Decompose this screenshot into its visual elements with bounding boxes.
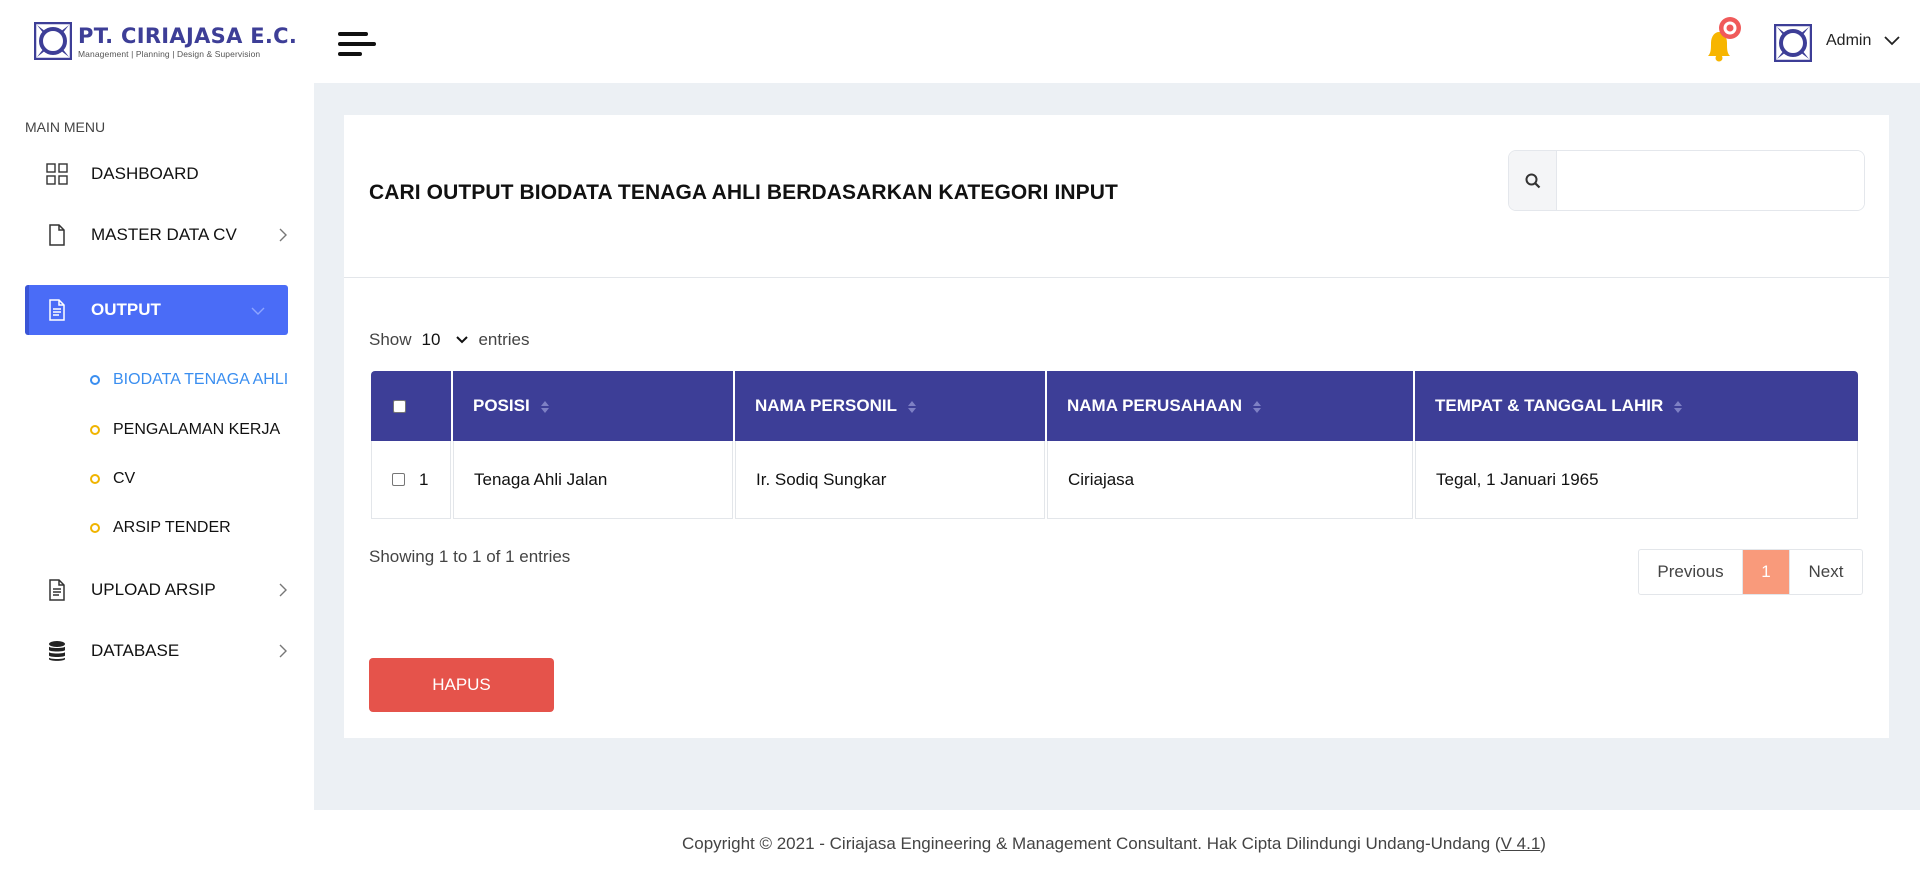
row-number: 1	[419, 469, 429, 489]
file-icon	[45, 223, 69, 247]
menu-toggle-icon[interactable]	[338, 32, 378, 58]
sort-icon[interactable]	[1252, 399, 1262, 415]
submenu-item-label: BIODATA TENAGA AHLI	[113, 371, 289, 388]
select-all-header	[371, 371, 451, 441]
document-icon	[45, 298, 69, 322]
brand-tagline: Management | Planning | Design & Supervi…	[78, 48, 261, 59]
row-checkbox[interactable]	[392, 473, 405, 487]
submenu-item-biodata-tenaga-ahli[interactable]: BIODATA TENAGA AHLI	[90, 368, 288, 392]
content-card: CARI OUTPUT BIODATA TENAGA AHLI BERDASAR…	[344, 115, 1889, 738]
sidebar-item-label: UPLOAD ARSIP	[91, 580, 216, 599]
sidebar-item-database[interactable]: DATABASE	[25, 626, 288, 676]
chevron-right-icon	[278, 228, 288, 242]
chevron-down-icon[interactable]	[1884, 34, 1900, 46]
row-select-cell: 1	[371, 441, 451, 519]
submenu-item-arsip-tender[interactable]: ARSIP TENDER	[90, 516, 231, 540]
database-icon	[45, 639, 69, 663]
menu-caption: MAIN MENU	[25, 119, 106, 135]
submenu-item-cv[interactable]: CV	[90, 467, 135, 491]
entries-label: entries	[478, 330, 530, 349]
footer: Copyright © 2021 - Ciriajasa Engineering…	[314, 810, 1920, 878]
page-size-control: Show 10 entries	[369, 330, 529, 350]
divider	[344, 277, 1889, 278]
cell-posisi: Tenaga Ahli Jalan	[453, 441, 733, 519]
show-label: Show	[369, 330, 412, 349]
chevron-right-icon	[278, 644, 288, 658]
previous-page-button[interactable]: Previous	[1639, 550, 1743, 594]
page-size-value: 10	[421, 330, 441, 349]
grid-icon	[45, 162, 69, 186]
copyright-label: Copyright © 2021 - Ciriajasa Engineering…	[682, 834, 1501, 853]
sidebar-item-label: DATABASE	[91, 641, 180, 660]
sidebar-item-dashboard[interactable]: DASHBOARD	[25, 149, 288, 199]
logo-icon	[33, 21, 73, 61]
delete-button[interactable]: HAPUS	[369, 658, 554, 712]
page-title: CARI OUTPUT BIODATA TENAGA AHLI BERDASAR…	[369, 181, 1118, 204]
table-info: Showing 1 to 1 of 1 entries	[369, 547, 571, 566]
user-avatar[interactable]	[1773, 23, 1813, 63]
copyright-text: Copyright © 2021 - Ciriajasa Engineering…	[682, 834, 1546, 854]
version-link[interactable]: V 4.1	[1501, 834, 1541, 853]
column-header-tempat-tanggal-lahir[interactable]: TEMPAT & TANGGAL LAHIR	[1415, 371, 1858, 441]
pagination: Previous 1 Next	[1638, 549, 1863, 595]
search-icon[interactable]	[1509, 151, 1557, 210]
sidebar-item-upload-arsip[interactable]: UPLOAD ARSIP	[25, 565, 288, 615]
sort-icon[interactable]	[907, 399, 917, 415]
submenu-item-label: CV	[113, 470, 136, 487]
top-header: PT. CIRIAJASA E.C. Management | Planning…	[0, 0, 1920, 83]
table-row: 1 Tenaga Ahli Jalan Ir. Sodiq Sungkar Ci…	[371, 441, 1858, 519]
cell-tempat-tanggal-lahir: Tegal, 1 Januari 1965	[1415, 441, 1858, 519]
user-name[interactable]: Admin	[1826, 32, 1871, 50]
copyright-close: )	[1540, 834, 1546, 853]
cell-nama-perusahaan: Ciriajasa	[1047, 441, 1413, 519]
table-header-row: POSISI NAMA PERSONIL NAMA PERUSAHAAN TEM…	[371, 371, 1858, 441]
bullet-icon	[90, 474, 100, 484]
document-icon	[45, 578, 69, 602]
brand-logo[interactable]: PT. CIRIAJASA E.C. Management | Planning…	[33, 21, 298, 61]
search-box	[1508, 150, 1865, 211]
sidebar: MAIN MENU DASHBOARD MASTER DATA CV OUTPU…	[0, 83, 314, 878]
notification-bell-icon[interactable]	[1700, 16, 1744, 62]
search-input[interactable]	[1557, 151, 1864, 210]
chevron-down-icon	[251, 303, 265, 317]
sort-icon[interactable]	[1673, 399, 1683, 415]
sidebar-item-label: OUTPUT	[91, 300, 161, 319]
column-header-nama-perusahaan[interactable]: NAMA PERUSAHAAN	[1047, 371, 1413, 441]
column-header-nama-personil[interactable]: NAMA PERSONIL	[735, 371, 1045, 441]
select-all-checkbox[interactable]	[393, 400, 406, 414]
cell-nama-personil: Ir. Sodiq Sungkar	[735, 441, 1045, 519]
submenu-item-label: ARSIP TENDER	[113, 519, 231, 536]
sidebar-item-label: DASHBOARD	[91, 164, 199, 183]
bullet-icon	[90, 425, 100, 435]
submenu-item-label: PENGALAMAN KERJA	[113, 421, 281, 438]
sidebar-item-label: MASTER DATA CV	[91, 225, 237, 244]
sidebar-item-output[interactable]: OUTPUT	[25, 285, 288, 335]
sort-icon[interactable]	[540, 399, 550, 415]
bullet-icon	[90, 375, 100, 385]
sidebar-item-master-data-cv[interactable]: MASTER DATA CV	[25, 210, 288, 260]
data-table: POSISI NAMA PERSONIL NAMA PERUSAHAAN TEM…	[369, 371, 1860, 519]
chevron-down-icon	[456, 336, 469, 344]
bullet-icon	[90, 523, 100, 533]
chevron-right-icon	[278, 583, 288, 597]
page-size-select[interactable]: 10	[422, 330, 469, 350]
page-1-button[interactable]: 1	[1743, 550, 1789, 594]
column-header-posisi[interactable]: POSISI	[453, 371, 733, 441]
next-page-button[interactable]: Next	[1789, 550, 1862, 594]
brand-name: PT. CIRIAJASA E.C.	[78, 23, 298, 48]
submenu-item-pengalaman-kerja[interactable]: PENGALAMAN KERJA	[90, 418, 280, 442]
